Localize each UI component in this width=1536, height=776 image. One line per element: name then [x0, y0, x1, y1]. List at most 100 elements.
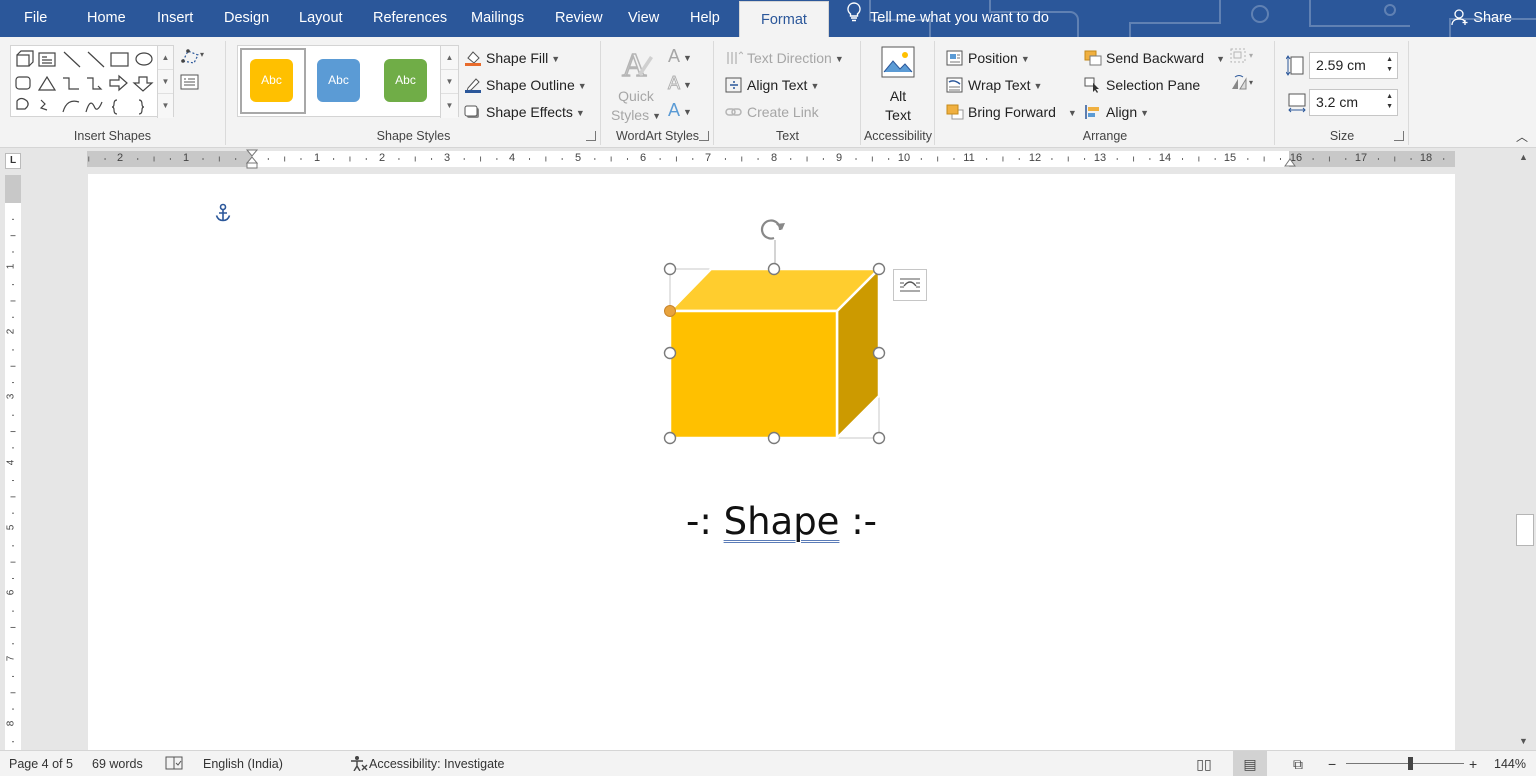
- shape-width-field[interactable]: 3.2 cm ▲ ▼: [1309, 89, 1398, 116]
- tab-view[interactable]: View: [628, 0, 659, 37]
- zoom-slider-thumb[interactable]: [1408, 757, 1413, 770]
- tab-help[interactable]: Help: [690, 0, 720, 37]
- tab-insert[interactable]: Insert: [157, 0, 193, 37]
- word-count[interactable]: 69 words: [92, 751, 143, 776]
- zoom-slider-track[interactable]: [1346, 763, 1464, 764]
- shape-styles-gallery[interactable]: Abc Abc Abc ▲ ▼ ▼: [237, 45, 459, 118]
- selection-pane-button[interactable]: Selection Pane: [1084, 74, 1200, 96]
- scroll-down-icon[interactable]: ▼: [441, 70, 458, 94]
- web-layout-button[interactable]: ⧉: [1281, 751, 1315, 776]
- create-link-button[interactable]: Create Link: [725, 101, 819, 123]
- caption-suffix: :-: [839, 500, 878, 543]
- collapse-ribbon-icon[interactable]: ︿: [1516, 128, 1528, 145]
- proofing-icon[interactable]: [165, 751, 183, 776]
- quick-styles-button[interactable]: A Quick Styles ▼: [608, 44, 664, 126]
- layout-options-button[interactable]: [893, 269, 927, 301]
- ribbon: ▲ ▼ ▼ ▾ Insert Shapes Abc Abc Abc ▲ ▼ ▼ …: [0, 37, 1536, 148]
- tab-design[interactable]: Design: [224, 0, 269, 37]
- vertical-scrollbar[interactable]: ▲ ▼: [1514, 148, 1536, 750]
- wordart-launcher-icon[interactable]: [699, 131, 709, 141]
- tell-me-search[interactable]: Tell me what you want to do: [846, 0, 1049, 37]
- scroll-up-icon[interactable]: ▲: [441, 46, 458, 70]
- share-button[interactable]: Share: [1451, 0, 1512, 37]
- create-link-label: Create Link: [747, 104, 819, 120]
- tab-file[interactable]: File: [24, 0, 47, 37]
- ruler-number: 9: [835, 152, 843, 164]
- accessibility-status[interactable]: Accessibility: Investigate: [349, 751, 504, 776]
- style-swatch-3[interactable]: Abc: [384, 59, 427, 102]
- text-effects-button[interactable]: A ▼: [668, 99, 692, 121]
- tab-home[interactable]: Home: [87, 0, 126, 37]
- more-icon[interactable]: ▼: [158, 94, 173, 118]
- selection-pane-label: Selection Pane: [1106, 77, 1201, 93]
- wrap-text-button[interactable]: Wrap Text ▼: [946, 74, 1042, 96]
- rotate-button[interactable]: ▾: [1229, 74, 1257, 96]
- alt-text-image-icon: [881, 46, 915, 78]
- resize-handle[interactable]: [872, 262, 886, 276]
- shape-height-field[interactable]: 2.59 cm ▲ ▼: [1309, 52, 1398, 79]
- text-direction-button[interactable]: Text Direction ▼: [725, 47, 844, 69]
- page-count[interactable]: Page 4 of 5: [9, 751, 73, 776]
- more-icon[interactable]: ▼: [441, 94, 458, 118]
- cube-shape[interactable]: [662, 212, 936, 450]
- style-swatch-1[interactable]: Abc: [250, 59, 293, 102]
- zoom-in-icon[interactable]: +: [1469, 751, 1477, 776]
- align-button[interactable]: Align ▼: [1084, 101, 1149, 123]
- shape-effects-button[interactable]: Shape Effects ▼: [464, 101, 585, 123]
- ruler-number: 7: [5, 655, 17, 662]
- scrollbar-thumb[interactable]: [1516, 514, 1534, 546]
- adjust-handle[interactable]: [664, 305, 676, 317]
- resize-handle[interactable]: [872, 346, 886, 360]
- resize-handle[interactable]: [872, 431, 886, 445]
- vertical-ruler[interactable]: 1 2 3 4 5 6 7 8: [5, 175, 21, 750]
- scroll-down-arrow-icon[interactable]: ▼: [1519, 736, 1528, 746]
- anchor-icon[interactable]: [214, 203, 232, 223]
- tell-me-text: Tell me what you want to do: [870, 10, 1049, 26]
- resize-handle[interactable]: [767, 262, 781, 276]
- shapes-gallery-scroll[interactable]: ▲ ▼ ▼: [157, 46, 173, 118]
- horizontal-ruler[interactable]: 2 1 1 2 3 4 5 6 7 8 9 10 11 12 13 14 15 …: [87, 149, 1455, 169]
- shapes-gallery[interactable]: ▲ ▼ ▼: [10, 45, 174, 118]
- width-spinner[interactable]: ▲ ▼: [1386, 92, 1393, 112]
- style-swatch-2[interactable]: Abc: [317, 59, 360, 102]
- zoom-level[interactable]: 144%: [1494, 751, 1526, 776]
- bring-forward-button[interactable]: Bring Forward ▼: [946, 101, 1077, 123]
- tab-review[interactable]: Review: [555, 0, 603, 37]
- tab-format[interactable]: Format: [739, 1, 829, 37]
- rotate-handle-icon[interactable]: [760, 219, 785, 240]
- align-text-button[interactable]: Align Text ▼: [725, 74, 819, 96]
- tab-layout[interactable]: Layout: [299, 0, 343, 37]
- resize-handle[interactable]: [663, 431, 677, 445]
- size-group: 2.59 cm ▲ ▼ 3.2 cm ▲ ▼ Size: [1276, 41, 1409, 145]
- height-spinner[interactable]: ▲ ▼: [1386, 55, 1393, 75]
- edit-shape-button[interactable]: ▾: [180, 47, 206, 69]
- size-launcher-icon[interactable]: [1394, 131, 1404, 141]
- text-box-button[interactable]: [180, 73, 200, 95]
- indent-marker-icon[interactable]: [246, 149, 258, 169]
- print-layout-button[interactable]: ▤: [1233, 751, 1267, 776]
- document-page[interactable]: [88, 174, 1455, 750]
- group-objects-button[interactable]: ▾: [1229, 47, 1257, 69]
- right-indent-marker-icon[interactable]: [1284, 157, 1296, 167]
- text-outline-button[interactable]: A ▼: [667, 72, 691, 94]
- send-backward-button[interactable]: Send Backward ▼: [1084, 47, 1225, 69]
- scroll-down-icon[interactable]: ▼: [158, 70, 173, 94]
- scroll-up-arrow-icon[interactable]: ▲: [1519, 152, 1528, 162]
- resize-handle[interactable]: [663, 346, 677, 360]
- resize-handle[interactable]: [767, 431, 781, 445]
- shape-outline-button[interactable]: Shape Outline ▼: [464, 74, 587, 96]
- scroll-up-icon[interactable]: ▲: [158, 46, 173, 70]
- shape-fill-button[interactable]: Shape Fill ▼: [464, 47, 560, 69]
- tab-selector-icon[interactable]: L: [5, 153, 21, 169]
- position-button[interactable]: Position ▼: [946, 47, 1030, 69]
- tab-references[interactable]: References: [373, 0, 447, 37]
- shape-styles-launcher-icon[interactable]: [586, 131, 596, 141]
- text-fill-button[interactable]: A ▼: [668, 45, 692, 67]
- language[interactable]: English (India): [203, 751, 283, 776]
- alt-text-button[interactable]: Alt Text: [862, 44, 934, 125]
- resize-handle[interactable]: [663, 262, 677, 276]
- read-mode-button[interactable]: ▯▯: [1187, 751, 1221, 776]
- styles-gallery-scroll[interactable]: ▲ ▼ ▼: [440, 46, 458, 118]
- zoom-out-icon[interactable]: −: [1328, 751, 1336, 776]
- tab-mailings[interactable]: Mailings: [471, 0, 524, 37]
